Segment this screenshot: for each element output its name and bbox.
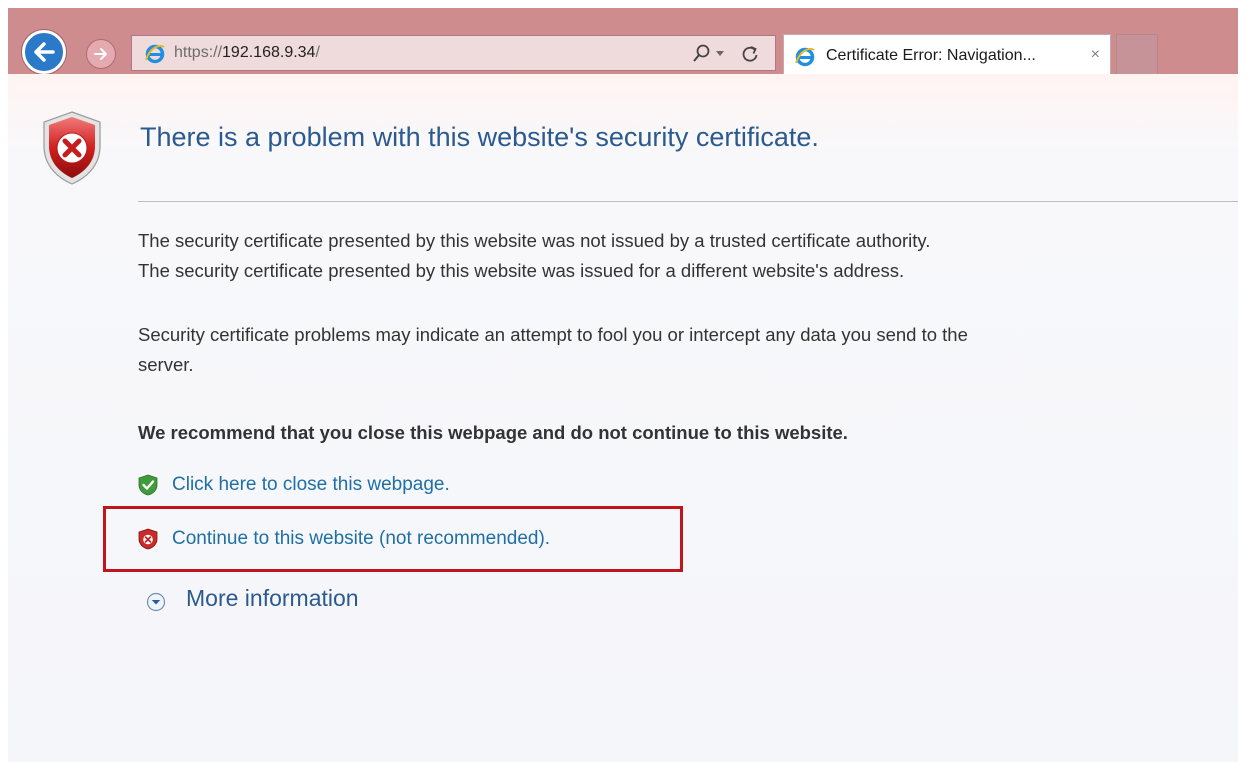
back-button[interactable] — [22, 30, 66, 74]
ie-logo-icon — [795, 47, 815, 67]
certificate-error-page: There is a problem with this website's s… — [8, 74, 1238, 762]
url-text: https://192.168.9.34/ — [174, 44, 320, 62]
tab-title: Certificate Error: Navigation... — [826, 47, 1036, 64]
reason-different-address: The security certificate presented by th… — [138, 260, 905, 281]
continue-website-row: Continue to this website (not recommende… — [138, 526, 678, 556]
close-webpage-row: Click here to close this webpage. — [138, 472, 558, 502]
reason-list: The security certificate presented by th… — [138, 226, 930, 286]
warning-text: Security certificate problems may indica… — [138, 320, 968, 380]
continue-website-link[interactable]: Continue to this website (not recommende… — [172, 528, 550, 550]
page-title: There is a problem with this website's s… — [140, 122, 819, 152]
forward-arrow-icon — [94, 48, 107, 60]
tab-certificate-error[interactable]: Certificate Error: Navigation... × — [783, 34, 1111, 78]
address-bar[interactable]: https://192.168.9.34/ — [131, 35, 776, 71]
more-information-toggle[interactable]: More information — [146, 584, 406, 616]
red-shield-x-icon — [43, 111, 101, 185]
forward-button[interactable] — [86, 39, 116, 69]
warning-line-1: Security certificate problems may indica… — [138, 324, 968, 345]
more-information-label: More information — [186, 585, 359, 611]
browser-toolbar: https://192.168.9.34/ Certificate Error:… — [8, 8, 1238, 78]
search-icon[interactable] — [692, 44, 710, 64]
url-path: / — [315, 44, 320, 61]
title-divider — [138, 201, 1238, 202]
warning-line-2: server. — [138, 354, 194, 375]
expand-circle-icon[interactable] — [146, 592, 166, 612]
ie-logo-icon — [145, 44, 165, 64]
red-shield-x-icon — [138, 528, 158, 550]
url-scheme: https:// — [174, 44, 223, 61]
reason-not-trusted: The security certificate presented by th… — [138, 230, 931, 251]
url-host: 192.168.9.34 — [222, 44, 316, 61]
recommendation-text: We recommend that you close this webpage… — [138, 422, 848, 443]
new-tab-button[interactable] — [1116, 34, 1158, 78]
back-arrow-icon — [34, 42, 55, 62]
close-webpage-link[interactable]: Click here to close this webpage. — [172, 474, 450, 496]
refresh-icon[interactable] — [740, 44, 760, 64]
tab-close-button[interactable]: × — [1091, 46, 1100, 64]
green-shield-check-icon — [138, 474, 158, 496]
chevron-down-icon[interactable] — [715, 50, 725, 58]
